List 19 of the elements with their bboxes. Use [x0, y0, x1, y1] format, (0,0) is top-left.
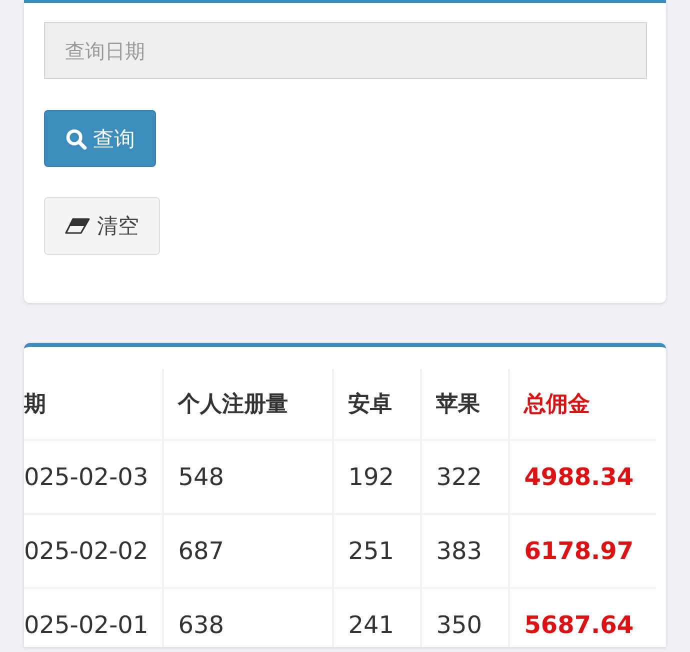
column-header: 总佣金: [509, 369, 656, 440]
table-cell: 025-02-03: [24, 440, 164, 514]
column-header: 个人注册量: [163, 369, 334, 440]
table-cell: 687: [163, 514, 334, 588]
table-cell: 383: [421, 514, 510, 588]
eraser-icon: [65, 218, 91, 234]
table-cell: 192: [333, 440, 422, 514]
column-header: 安卓: [333, 369, 422, 440]
search-button[interactable]: 查询: [44, 110, 156, 167]
date-field[interactable]: 查询日期: [44, 22, 647, 79]
table-cell: 251: [333, 514, 422, 588]
column-header: 苹果: [421, 369, 510, 440]
table-cell: 025-02-01: [24, 588, 164, 647]
table-cell: 322: [421, 440, 510, 514]
table-cell: 025-02-02: [24, 514, 164, 588]
column-header: 期: [24, 369, 164, 440]
search-icon: [65, 128, 87, 150]
clear-button[interactable]: 清空: [44, 197, 160, 255]
table-cell: 548: [163, 440, 334, 514]
